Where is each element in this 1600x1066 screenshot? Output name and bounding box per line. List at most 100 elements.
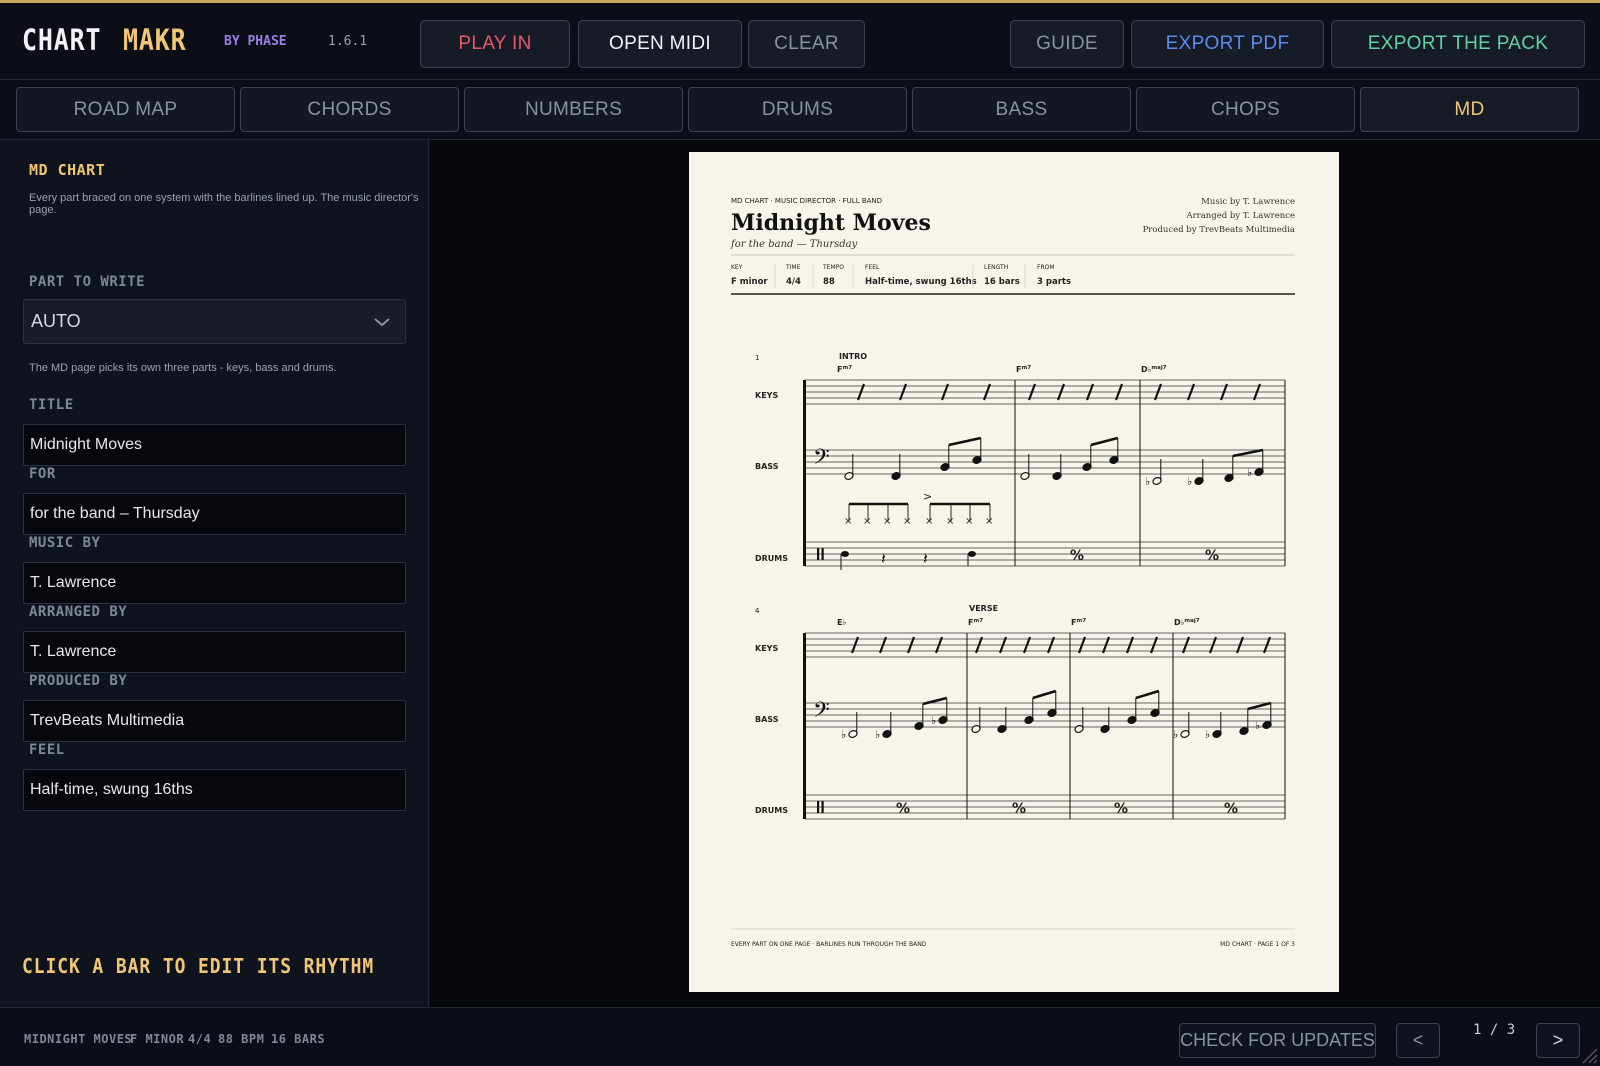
- system-bracket: [803, 380, 806, 566]
- section-label-verse: VERSE: [969, 604, 998, 613]
- md-chart-heading: MD CHART: [29, 161, 106, 179]
- title-field[interactable]: Midnight Moves: [23, 424, 406, 466]
- chord-symbol: D♭maj7: [1174, 618, 1200, 627]
- part-label-drums: DRUMS: [755, 554, 788, 563]
- arranged-by-label: ARRANGED BY: [29, 604, 128, 620]
- chord-symbol: Fm7: [1016, 365, 1031, 374]
- flat-accidental: ♭: [1255, 719, 1260, 732]
- rest-symbol: 𝄽: [923, 549, 928, 568]
- chord-symbol: Fm7: [1071, 618, 1086, 627]
- credit-arranged: Arranged by T. Lawrence: [1185, 211, 1295, 221]
- status-time: 4/4: [188, 1032, 212, 1046]
- note-beam: [948, 436, 982, 447]
- score-svg: MD CHART · MUSIC DIRECTOR · FULL BAND Mi…: [730, 197, 1295, 948]
- flat-accidental: ♭: [1247, 466, 1252, 479]
- flat-accidental: ♭: [841, 728, 846, 741]
- part-label-bass: BASS: [755, 715, 779, 724]
- clear-button[interactable]: CLEAR: [748, 20, 865, 68]
- tab-md[interactable]: MD: [1360, 87, 1579, 132]
- guide-button[interactable]: GUIDE: [1010, 20, 1124, 68]
- status-bar: MIDNIGHT MOVES F MINOR 4/4 88 BPM 16 BAR…: [0, 1007, 1600, 1066]
- meta-feel-label: FEEL: [865, 264, 880, 271]
- preview-canvas: MD CHART · MUSIC DIRECTOR · FULL BAND Mi…: [430, 140, 1600, 1007]
- tab-drums[interactable]: DRUMS: [688, 87, 907, 132]
- meta-from-label: FROM: [1037, 264, 1055, 271]
- meta-feel-value: Half-time, swung 16ths: [865, 277, 977, 287]
- part-hint: The MD page picks its own three parts - …: [29, 362, 337, 374]
- title-label: TITLE: [29, 397, 74, 413]
- part-label-bass: BASS: [755, 462, 779, 471]
- hihat-note: ×: [985, 516, 993, 527]
- tab-chops[interactable]: CHOPS: [1136, 87, 1355, 132]
- flat-accidental: ♭: [875, 728, 880, 741]
- hihat-note: ×: [925, 516, 933, 527]
- chord-symbol: Fm7: [837, 365, 852, 374]
- next-page-button[interactable]: >: [1536, 1023, 1580, 1058]
- percussion-clef-icon: [821, 548, 824, 560]
- resize-grip-icon[interactable]: [1578, 1044, 1598, 1064]
- sheet-kicker: MD CHART · MUSIC DIRECTOR · FULL BAND: [731, 197, 882, 205]
- note-beam: [1232, 448, 1264, 458]
- sheet-footer-right: MD CHART · PAGE 1 OF 3: [1220, 941, 1295, 948]
- system-2[interactable]: 4 VERSE KEYS BASS DRUMS 𝄢 E♭ Fm7 Fm7 D♭maj7 ♭…: [755, 604, 1286, 820]
- system-1[interactable]: 1 INTRO KEYS BASS DRUMS 𝄢 Fm7 Fm7 D♭maj7 ♭ ♭ ♭…: [755, 352, 1286, 570]
- system-bracket: [803, 633, 806, 819]
- prev-page-button[interactable]: <: [1396, 1023, 1440, 1058]
- tab-chords[interactable]: CHORDS: [240, 87, 459, 132]
- sidebar: MD CHART Every part braced on one system…: [0, 140, 429, 1007]
- export-pack-button[interactable]: EXPORT THE PACK: [1331, 20, 1585, 68]
- chord-symbol: Fm7: [968, 618, 983, 627]
- meta-length-value: 16 bars: [984, 277, 1020, 287]
- meta-key-value: F minor: [731, 277, 768, 287]
- meta-time-label: TIME: [785, 264, 801, 271]
- music-by-label: MUSIC BY: [29, 535, 101, 551]
- kick-note: [841, 551, 849, 557]
- meta-length-label: LENGTH: [984, 264, 1008, 271]
- md-chart-page: MD CHART · MUSIC DIRECTOR · FULL BAND Mi…: [689, 152, 1339, 992]
- open-midi-button[interactable]: OPEN MIDI: [578, 20, 742, 68]
- tab-bass[interactable]: BASS: [912, 87, 1131, 132]
- play-in-button[interactable]: PLAY IN: [420, 20, 570, 68]
- sheet-footer-left: EVERY PART ON ONE PAGE · BARLINES RUN TH…: [731, 941, 927, 948]
- brand-chart: CHART: [22, 23, 102, 57]
- bar-number: 1: [755, 354, 759, 362]
- by-phase-label: BY PHASE: [224, 34, 287, 49]
- check-updates-button[interactable]: CHECK FOR UPDATES: [1179, 1023, 1376, 1058]
- feel-field[interactable]: Half-time, swung 16ths: [23, 769, 406, 811]
- music-by-field[interactable]: T. Lawrence: [23, 562, 406, 604]
- bar-repeat-sign: %: [1224, 801, 1238, 817]
- chord-quality: m7: [1021, 365, 1031, 371]
- accent-mark: >: [923, 490, 932, 503]
- tab-numbers[interactable]: NUMBERS: [464, 87, 683, 132]
- version-label: 1.6.1: [328, 34, 368, 49]
- bass-clef-icon: 𝄢: [813, 445, 830, 475]
- meta-tempo-label: TEMPO: [822, 264, 844, 271]
- flat-accidental: ♭: [1145, 475, 1150, 488]
- produced-by-field[interactable]: TrevBeats Multimedia: [23, 700, 406, 742]
- export-pdf-button[interactable]: EXPORT PDF: [1131, 20, 1324, 68]
- flat-accidental: ♭: [1187, 475, 1192, 488]
- sheet-subtitle: for the band — Thursday: [730, 239, 858, 250]
- chord-symbol: E♭: [837, 618, 846, 627]
- tab-road-map[interactable]: ROAD MAP: [16, 87, 235, 132]
- bar-repeat-sign: %: [1012, 801, 1026, 817]
- hihat-note: ×: [844, 516, 852, 527]
- hihat-note: ×: [863, 516, 871, 527]
- part-to-write-select[interactable]: AUTO: [23, 299, 406, 344]
- hihat-note: ×: [946, 516, 954, 527]
- meta-key-label: KEY: [731, 264, 743, 271]
- note-beam: [1135, 689, 1160, 700]
- percussion-clef-icon: [821, 801, 824, 813]
- tab-bar: ROAD MAP CHORDS NUMBERS DRUMS BASS CHOPS…: [0, 80, 1600, 140]
- part-to-write-label: PART TO WRITE: [29, 274, 146, 290]
- top-bar: CHART MAKR BY PHASE 1.6.1 PLAY IN OPEN M…: [0, 0, 1600, 80]
- md-chart-description: Every part braced on one system with the…: [29, 192, 419, 216]
- status-length: 16 BARS: [271, 1032, 326, 1046]
- meta-from-value: 3 parts: [1037, 277, 1071, 287]
- chord-quality: maj7: [1184, 618, 1199, 624]
- bar-repeat-sign: %: [896, 801, 910, 817]
- arranged-by-field[interactable]: T. Lawrence: [23, 631, 406, 673]
- feel-label: FEEL: [29, 742, 65, 758]
- note-beam: [1032, 689, 1057, 700]
- for-field[interactable]: for the band – Thursday: [23, 493, 406, 535]
